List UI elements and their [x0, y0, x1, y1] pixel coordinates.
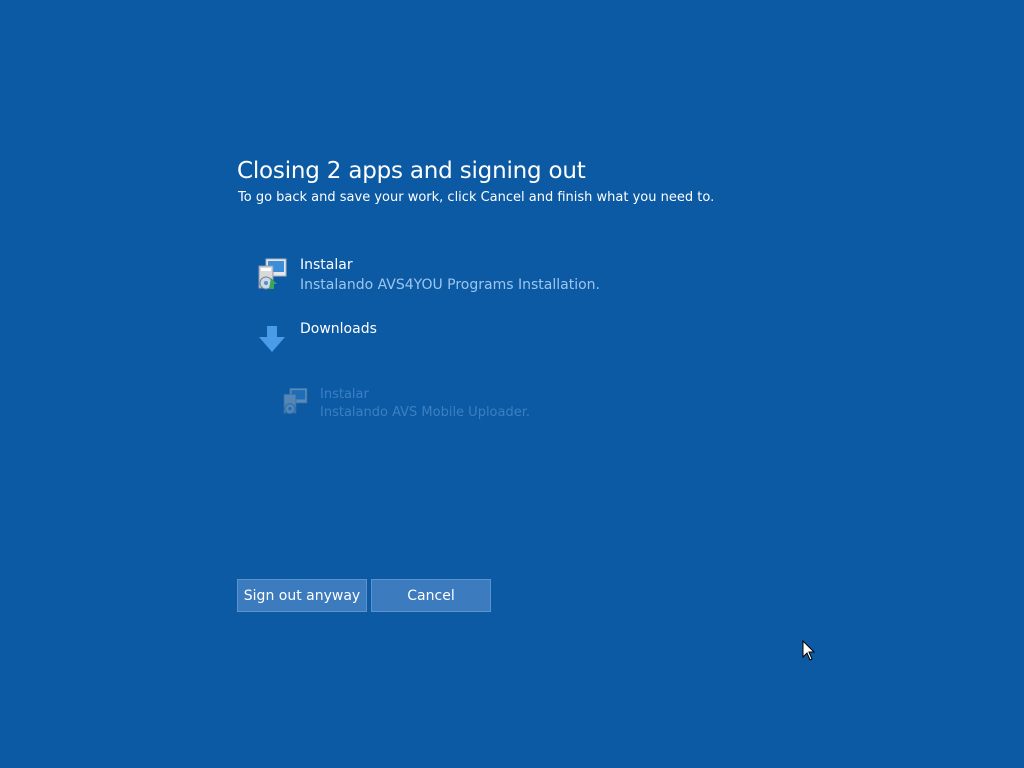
installer-icon: [255, 256, 289, 298]
cancel-button[interactable]: Cancel: [371, 579, 491, 612]
app-name: Downloads: [300, 321, 377, 337]
app-list-item-instalar: Instalar Instalando AVS4YOU Programs Ins…: [255, 256, 675, 300]
app-list-item-instalar-faded: Instalar Instalando AVS Mobile Uploader.: [280, 386, 680, 424]
sign-out-anyway-button[interactable]: Sign out anyway: [237, 579, 367, 612]
app-name: Instalar: [300, 257, 353, 273]
app-list-item-downloads: Downloads: [258, 320, 678, 360]
download-arrow-icon: [258, 324, 286, 358]
app-description: Instalando AVS Mobile Uploader.: [320, 405, 531, 420]
app-description: Instalando AVS4YOU Programs Installation…: [300, 277, 600, 293]
dialog-title: Closing 2 apps and signing out: [237, 158, 586, 184]
mouse-cursor-icon: [802, 639, 816, 666]
dialog-subtitle: To go back and save your work, click Can…: [238, 190, 715, 205]
app-name: Instalar: [320, 387, 369, 402]
installer-icon: [280, 386, 310, 422]
